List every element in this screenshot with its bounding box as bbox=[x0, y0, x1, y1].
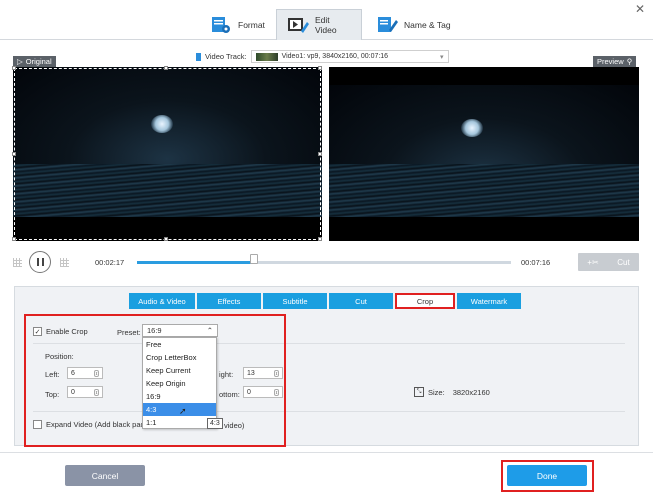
crop-handle-br[interactable] bbox=[318, 237, 322, 241]
crop-settings-highlight bbox=[24, 314, 286, 447]
chevron-down-icon: ▾ bbox=[440, 53, 444, 61]
seek-handle[interactable] bbox=[250, 254, 258, 264]
video-track-thumbnail bbox=[255, 52, 278, 61]
format-icon bbox=[210, 16, 232, 34]
video-track-icon bbox=[196, 52, 201, 61]
edit-video-icon bbox=[287, 16, 309, 34]
preview-label-text: Preview bbox=[597, 57, 624, 66]
crop-frame[interactable] bbox=[14, 68, 321, 240]
tab-format[interactable]: Format bbox=[200, 9, 275, 40]
grid-right-icon bbox=[60, 258, 69, 267]
tab-subtitle[interactable]: Subtitle bbox=[263, 293, 327, 309]
crop-handle-r[interactable] bbox=[318, 152, 322, 156]
cut-button[interactable]: +✂ Cut bbox=[578, 253, 639, 271]
cut-label: Cut bbox=[617, 257, 630, 267]
crop-handle-tr[interactable] bbox=[318, 66, 322, 70]
tab-name-tag[interactable]: Name & Tag bbox=[366, 9, 461, 40]
tab-format-label: Format bbox=[238, 19, 265, 30]
edit-tab-bar: Audio & Video Effects Subtitle Cut Crop … bbox=[129, 293, 521, 309]
search-icon: ⚲ bbox=[626, 57, 633, 66]
tab-edit-video[interactable]: Edit Video bbox=[276, 9, 362, 40]
tab-watermark[interactable]: Watermark bbox=[457, 293, 521, 309]
total-time: 00:07:16 bbox=[521, 258, 551, 267]
grid-left-icon bbox=[13, 258, 22, 267]
preview-label: Preview ⚲ bbox=[593, 56, 637, 67]
video-track-select[interactable]: Video1: vp9, 3840x2160, 00:07:16 ▾ bbox=[250, 50, 449, 63]
done-button[interactable]: Done bbox=[507, 465, 587, 486]
tab-audio-video[interactable]: Audio & Video bbox=[129, 293, 195, 309]
scissors-icon: +✂ bbox=[587, 257, 599, 267]
resize-icon: ⤡ bbox=[414, 387, 424, 397]
tab-crop[interactable]: Crop bbox=[395, 293, 455, 309]
size-row: ⤡ Size: 3820x2160 bbox=[414, 387, 490, 397]
tab-edit-video-label: Edit Video bbox=[315, 15, 337, 35]
cancel-button[interactable]: Cancel bbox=[65, 465, 145, 486]
play-triangle-icon: ▷ bbox=[17, 57, 23, 66]
seek-progress bbox=[137, 261, 254, 264]
video-track-row: Video Track: Video1: vp9, 3840x2160, 00:… bbox=[196, 50, 449, 63]
crop-handle-l[interactable] bbox=[12, 152, 16, 156]
tab-effects[interactable]: Effects bbox=[197, 293, 261, 309]
size-value: 3820x2160 bbox=[452, 387, 490, 397]
close-icon[interactable]: ✕ bbox=[635, 2, 645, 16]
crop-handle-tl[interactable] bbox=[12, 66, 16, 70]
crop-handle-bl[interactable] bbox=[12, 237, 16, 241]
name-tag-icon bbox=[376, 16, 398, 34]
tab-cut[interactable]: Cut bbox=[329, 293, 393, 309]
size-label: Size: bbox=[428, 387, 445, 397]
original-label: ▷ Original bbox=[13, 56, 56, 67]
tab-name-tag-label: Name & Tag bbox=[404, 19, 451, 30]
preview-moon bbox=[461, 119, 483, 137]
footer-divider bbox=[0, 452, 653, 453]
video-track-value: Video1: vp9, 3840x2160, 00:07:16 bbox=[281, 53, 389, 60]
preview-video bbox=[329, 67, 639, 241]
pause-button[interactable] bbox=[29, 251, 51, 273]
crop-handle-t[interactable] bbox=[164, 66, 168, 70]
video-track-label: Video Track: bbox=[205, 52, 247, 61]
current-time: 00:02:17 bbox=[95, 258, 125, 267]
original-label-text: Original bbox=[25, 57, 52, 66]
crop-handle-b[interactable] bbox=[164, 237, 168, 241]
